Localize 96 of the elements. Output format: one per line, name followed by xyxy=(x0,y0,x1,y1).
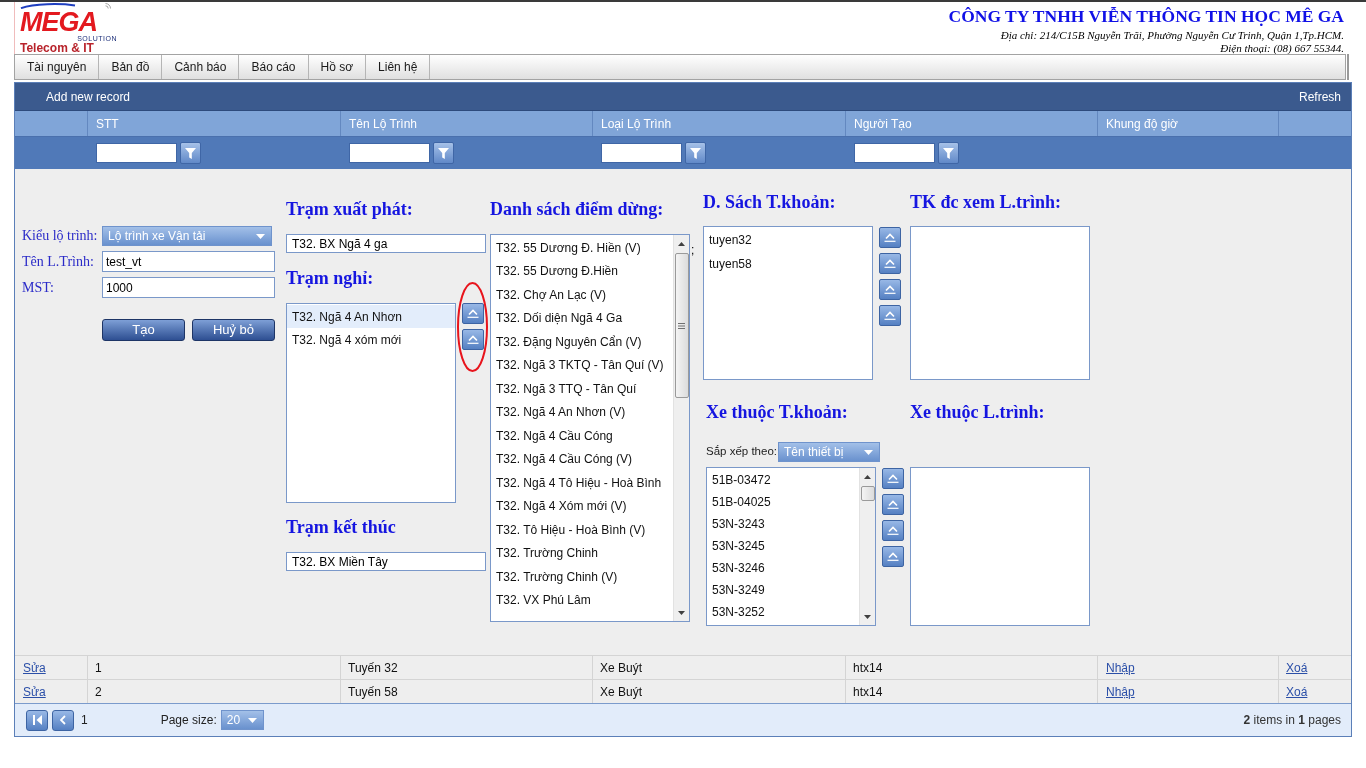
list-box[interactable] xyxy=(490,234,690,622)
filter-input[interactable] xyxy=(349,143,430,163)
filter-button[interactable] xyxy=(180,142,201,164)
scroll-up-arrow-icon xyxy=(864,475,871,479)
field-label: Tên L.Trình: xyxy=(22,252,95,271)
section-heading: D. Sách T.khoản: xyxy=(703,192,837,212)
company-phone: Điện thoại: (08) 667 55344. xyxy=(1220,42,1344,54)
section-heading: TK đc xem L.trình: xyxy=(910,192,1062,212)
section-heading: Xe thuộc T.khoản: xyxy=(706,402,849,422)
filter-button[interactable] xyxy=(685,142,706,164)
text-input[interactable]: 1000 xyxy=(102,277,275,298)
company-name: CÔNG TY TNHH VIỄN THÔNG TIN HỌC MÊ GA xyxy=(948,6,1344,26)
chevron-up-icon xyxy=(884,233,896,242)
add-record-button[interactable]: Add new record xyxy=(46,87,131,106)
caret-down-icon xyxy=(256,233,265,239)
section-heading: Trạm xuất phát: xyxy=(286,199,414,219)
signal-waves-icon xyxy=(105,3,111,9)
field-label: MST: xyxy=(22,278,55,297)
section-heading: Trạm nghỉ: xyxy=(286,268,375,288)
chevron-up-icon xyxy=(884,311,896,320)
scrollbar-thumb[interactable] xyxy=(860,486,875,501)
logo-wordmark: MEGA xyxy=(20,9,97,35)
previous-page-button[interactable] xyxy=(52,709,74,731)
section-heading: Danh sách điểm dừng: xyxy=(490,199,665,219)
import-link[interactable]: Nhập xyxy=(1106,682,1135,701)
filter-button[interactable] xyxy=(938,142,959,164)
chevron-left-icon xyxy=(60,715,66,725)
menu-item[interactable]: Liên hệ xyxy=(366,55,431,79)
move-up-button[interactable] xyxy=(879,305,901,326)
filter-icon xyxy=(943,147,954,159)
move-up-button[interactable] xyxy=(879,253,901,274)
filter-button[interactable] xyxy=(433,142,454,164)
edit-link[interactable]: Sửa xyxy=(23,658,46,677)
first-page-icon xyxy=(32,715,42,725)
move-up-button[interactable] xyxy=(879,279,901,300)
menu-item[interactable]: Báo cáo xyxy=(239,55,309,79)
menu-item[interactable]: Bản đồ xyxy=(99,55,163,79)
cancel-button[interactable]: Huỷ bỏ xyxy=(192,319,275,341)
field-label: Kiểu lộ trình: xyxy=(22,227,99,245)
caret-down-icon xyxy=(247,717,257,723)
first-page-button[interactable] xyxy=(26,709,48,731)
scroll-down-arrow-icon xyxy=(678,611,685,615)
menu-item[interactable]: Hồ sơ xyxy=(308,55,367,79)
chevron-up-icon xyxy=(467,335,479,344)
filter-input[interactable] xyxy=(854,143,935,163)
chevron-up-icon xyxy=(884,259,896,268)
filter-icon xyxy=(690,147,701,159)
caret-down-icon xyxy=(864,449,873,455)
delete-link[interactable]: Xoá xyxy=(1286,658,1308,677)
chevron-up-icon xyxy=(884,285,896,294)
delete-link[interactable]: Xoá xyxy=(1286,682,1308,701)
section-heading: Xe thuộc L.trình: xyxy=(910,402,1046,422)
scrollbar[interactable] xyxy=(673,235,689,621)
scroll-up-arrow-icon xyxy=(678,242,685,246)
station-input[interactable]: T32. BX Ngã 4 ga xyxy=(286,234,486,253)
move-up-button[interactable] xyxy=(462,303,484,324)
chevron-up-icon xyxy=(467,309,479,318)
stray-character: ; xyxy=(691,243,695,257)
list-box[interactable]: 51B-03472 51B-04025 53N-3243 53N-3245 53N-3246 53N-3249 53N-3252 xyxy=(706,467,876,626)
current-page[interactable]: 1 xyxy=(81,711,88,729)
scrollbar-thumb[interactable] xyxy=(674,253,689,398)
logo-subtitle: Telecom & IT xyxy=(20,42,94,54)
section-heading: Trạm kết thúc xyxy=(286,517,397,537)
chevron-up-icon xyxy=(887,500,899,509)
chevron-up-icon xyxy=(887,526,899,535)
text-input[interactable]: test_vt xyxy=(102,251,275,272)
move-up-button[interactable] xyxy=(882,494,904,515)
move-up-button[interactable] xyxy=(882,520,904,541)
move-up-button[interactable] xyxy=(462,329,484,350)
company-address: Địa chỉ: 214/C15B Nguyễn Trãi, Phường Nguyễn Cư Trinh, Quận 1,Tp.HCM. xyxy=(1000,29,1344,42)
list-box[interactable]: tuyen32 tuyen58 xyxy=(703,226,873,380)
list-box[interactable]: T32. Ngã 4 An Nhơn T32. Ngã 4 xóm mới xyxy=(286,303,456,503)
import-link[interactable]: Nhập xyxy=(1106,658,1135,677)
move-up-button[interactable] xyxy=(879,227,901,248)
scrollbar[interactable] xyxy=(859,468,875,625)
menu-item[interactable]: Cảnh báo xyxy=(162,55,240,79)
chevron-up-icon xyxy=(887,474,899,483)
swoosh-icon xyxy=(20,3,76,9)
move-up-button[interactable] xyxy=(882,546,904,567)
station-input[interactable]: T32. BX Miền Tây xyxy=(286,552,486,571)
chevron-up-icon xyxy=(887,552,899,561)
create-button[interactable]: Tạo xyxy=(102,319,185,341)
filter-input[interactable] xyxy=(96,143,177,163)
pager-summary: 2 items in 1 pages xyxy=(1243,712,1341,729)
refresh-button[interactable]: Refresh xyxy=(1298,87,1341,106)
move-up-button[interactable] xyxy=(882,468,904,489)
scroll-down-arrow-icon xyxy=(864,615,871,619)
filter-icon xyxy=(438,147,449,159)
filter-icon xyxy=(185,147,196,159)
filter-input[interactable] xyxy=(601,143,682,163)
list-item[interactable]: T32. Ngã 4 An Nhơn xyxy=(287,305,455,328)
page-size-label: Page size: xyxy=(160,712,217,729)
edit-link[interactable]: Sửa xyxy=(23,682,46,701)
grip-icon xyxy=(678,322,685,329)
menu-item[interactable]: Tài nguyên xyxy=(15,55,100,79)
sort-label: Sắp xếp theo: xyxy=(706,444,778,460)
